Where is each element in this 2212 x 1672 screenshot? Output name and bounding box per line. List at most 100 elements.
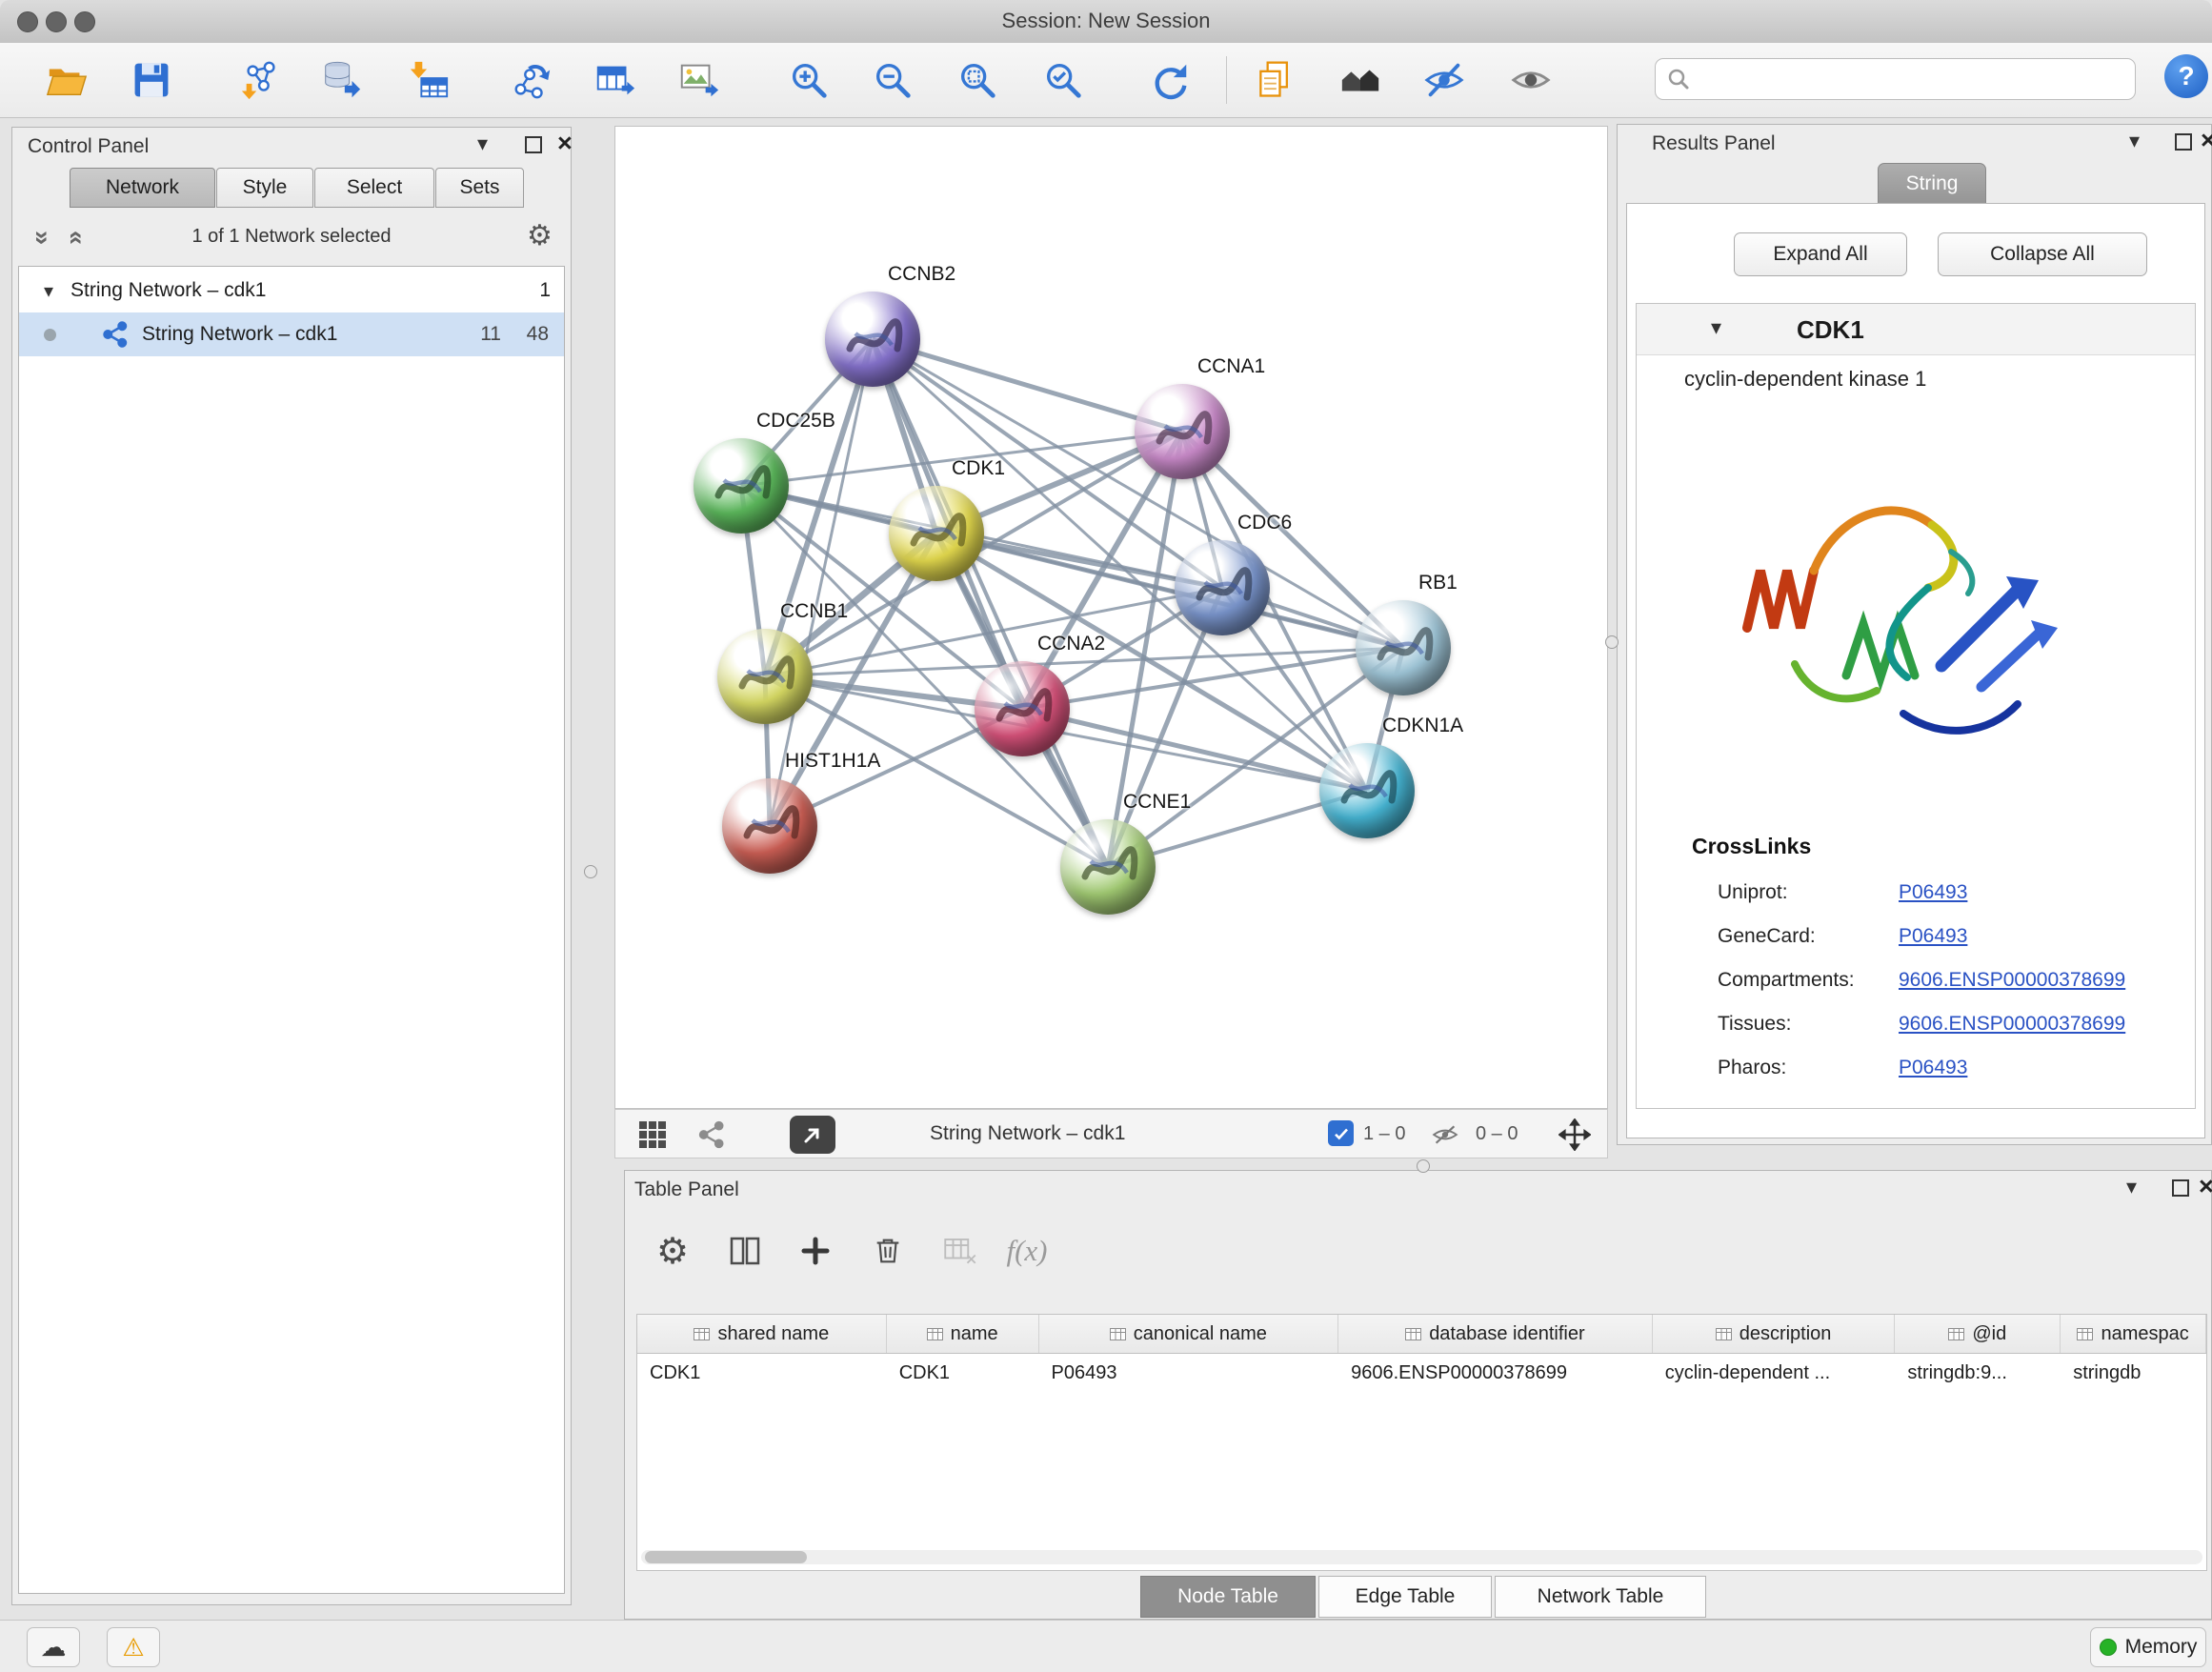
column-header-database-identifier[interactable]: database identifier xyxy=(1338,1315,1653,1353)
zoom-selected-button[interactable] xyxy=(1036,53,1090,107)
gene-section-header[interactable]: ▾ CDK1 xyxy=(1637,304,2195,355)
network-node-ccna1[interactable] xyxy=(1135,384,1230,479)
network-node-cdc25b[interactable] xyxy=(694,438,789,534)
network-node-ccne1[interactable] xyxy=(1060,819,1156,915)
delete-table-icon[interactable] xyxy=(934,1224,987,1278)
table-cell[interactable]: stringdb:9... xyxy=(1895,1354,2061,1394)
search-input[interactable] xyxy=(1698,68,2135,91)
table-cell[interactable]: P06493 xyxy=(1039,1354,1339,1394)
tab-select[interactable]: Select xyxy=(314,168,434,208)
maximize-table-icon[interactable] xyxy=(2172,1179,2189,1197)
crosslink-link[interactable]: P06493 xyxy=(1899,1057,1967,1079)
close-results-icon[interactable]: × xyxy=(2201,131,2212,151)
open-session-button[interactable] xyxy=(40,53,93,107)
column-header--id[interactable]: @id xyxy=(1895,1315,2061,1353)
save-session-button[interactable] xyxy=(125,53,178,107)
network-row-selected[interactable]: String Network – cdk1 11 48 xyxy=(19,312,564,356)
column-header-shared-name[interactable]: shared name xyxy=(637,1315,887,1353)
network-node-ccnb2[interactable] xyxy=(825,292,920,387)
warning-icon[interactable]: ⚠ xyxy=(107,1627,160,1667)
network-node-ccnb1[interactable] xyxy=(717,629,813,724)
table-cell[interactable]: CDK1 xyxy=(887,1354,1039,1394)
zoom-selected-icon xyxy=(1041,58,1085,102)
table-options-gear-icon[interactable]: ⚙ xyxy=(646,1224,699,1278)
column-header-name[interactable]: name xyxy=(887,1315,1039,1353)
left-splitter-handle[interactable] xyxy=(584,865,597,878)
new-table-button[interactable] xyxy=(588,53,641,107)
tab-edge-table[interactable]: Edge Table xyxy=(1318,1576,1492,1618)
table-row[interactable]: CDK1CDK1P064939606.ENSP00000378699cyclin… xyxy=(637,1354,2206,1394)
selected-counts: 1 – 0 xyxy=(1363,1123,1405,1145)
table-cell[interactable]: 9606.ENSP00000378699 xyxy=(1338,1354,1653,1394)
right-splitter-handle[interactable] xyxy=(1605,635,1619,649)
toolbar-search[interactable] xyxy=(1655,58,2136,100)
table-cell[interactable]: stringdb xyxy=(2061,1354,2206,1394)
delete-column-trash-icon[interactable] xyxy=(861,1224,915,1278)
import-network-from-database-button[interactable] xyxy=(314,53,368,107)
import-network-from-file-button[interactable] xyxy=(234,53,288,107)
collapse-all-button[interactable]: Collapse All xyxy=(1938,232,2147,276)
tab-network[interactable]: Network xyxy=(70,168,215,208)
selected-nodes-checkbox[interactable] xyxy=(1328,1120,1354,1146)
zoom-in-button[interactable] xyxy=(782,53,835,107)
network-edge[interactable] xyxy=(873,339,1108,867)
help-button[interactable]: ? xyxy=(2164,54,2208,98)
refresh-layout-button[interactable] xyxy=(1143,53,1196,107)
tab-style[interactable]: Style xyxy=(216,168,313,208)
network-collection-row[interactable]: ▾ String Network – cdk1 1 xyxy=(19,269,564,312)
crosslink-link[interactable]: 9606.ENSP00000378699 xyxy=(1899,1013,2125,1036)
share-network-icon[interactable] xyxy=(697,1119,728,1155)
bottom-splitter-handle[interactable] xyxy=(1417,1159,1430,1173)
collapse-caret-icon[interactable]: ▾ xyxy=(44,279,53,303)
add-column-plus-icon[interactable] xyxy=(789,1224,842,1278)
close-panel-icon[interactable]: × xyxy=(557,133,573,154)
show-all-button[interactable] xyxy=(1504,53,1558,107)
maximize-panel-icon[interactable] xyxy=(525,136,542,153)
hide-selected-button[interactable] xyxy=(1418,53,1471,107)
network-node-cdk1[interactable] xyxy=(889,486,984,581)
birdseye-grid-icon[interactable] xyxy=(638,1120,667,1154)
scrollbar-thumb[interactable] xyxy=(645,1551,807,1563)
column-header-description[interactable]: description xyxy=(1653,1315,1896,1353)
open-in-browser-button[interactable] xyxy=(790,1116,835,1154)
home-view-button[interactable] xyxy=(1334,53,1387,107)
show-columns-icon[interactable] xyxy=(718,1224,772,1278)
memory-button[interactable]: Memory xyxy=(2090,1627,2206,1667)
float-table-icon[interactable]: ▾ xyxy=(2126,1177,2137,1198)
section-collapse-caret-icon[interactable]: ▾ xyxy=(1711,315,1721,340)
new-network-button[interactable] xyxy=(505,53,558,107)
expand-all-button[interactable]: Expand All xyxy=(1734,232,1907,276)
float-panel-icon[interactable]: ▾ xyxy=(477,133,488,154)
float-results-icon[interactable]: ▾ xyxy=(2129,131,2140,151)
maximize-results-icon[interactable] xyxy=(2175,133,2192,151)
export-image-button[interactable] xyxy=(672,53,725,107)
crosslink-link[interactable]: 9606.ENSP00000378699 xyxy=(1899,969,2125,992)
column-header-namespac[interactable]: namespac xyxy=(2061,1315,2206,1353)
network-view-canvas[interactable]: CCNB2CCNA1CDC25BCDK1CDC6RB1CCNB1CCNA2CDK… xyxy=(614,126,1608,1109)
network-node-ccna2[interactable] xyxy=(975,661,1070,756)
tab-node-table[interactable]: Node Table xyxy=(1140,1576,1316,1618)
import-table-from-file-button[interactable] xyxy=(402,53,455,107)
network-options-gear-icon[interactable]: ⚙ xyxy=(527,219,553,252)
zoom-fit-button[interactable] xyxy=(951,53,1004,107)
crosslink-link[interactable]: P06493 xyxy=(1899,881,1967,904)
table-cell[interactable]: cyclin-dependent ... xyxy=(1653,1354,1896,1394)
tab-network-table[interactable]: Network Table xyxy=(1495,1576,1706,1618)
crosslink-link[interactable]: P06493 xyxy=(1899,925,1967,948)
network-node-rb1[interactable] xyxy=(1356,600,1451,695)
hidden-eye-slash-icon[interactable] xyxy=(1431,1122,1459,1152)
network-node-hist1h1a[interactable] xyxy=(722,778,817,874)
tab-sets[interactable]: Sets xyxy=(435,168,524,208)
table-horizontal-scrollbar[interactable] xyxy=(641,1550,2202,1564)
results-tab-string[interactable]: String xyxy=(1878,163,1986,205)
network-node-cdc6[interactable] xyxy=(1175,540,1270,635)
cloud-icon[interactable]: ☁ xyxy=(27,1627,80,1667)
table-cell[interactable]: CDK1 xyxy=(637,1354,887,1394)
function-builder-button[interactable]: f(x) xyxy=(1000,1224,1054,1278)
network-node-cdkn1a[interactable] xyxy=(1319,743,1415,838)
column-header-canonical-name[interactable]: canonical name xyxy=(1039,1315,1339,1353)
zoom-out-button[interactable] xyxy=(866,53,919,107)
annotation-button[interactable] xyxy=(1248,53,1301,107)
pan-crosshair-icon[interactable] xyxy=(1558,1118,1591,1156)
close-table-icon[interactable]: × xyxy=(2199,1177,2212,1198)
